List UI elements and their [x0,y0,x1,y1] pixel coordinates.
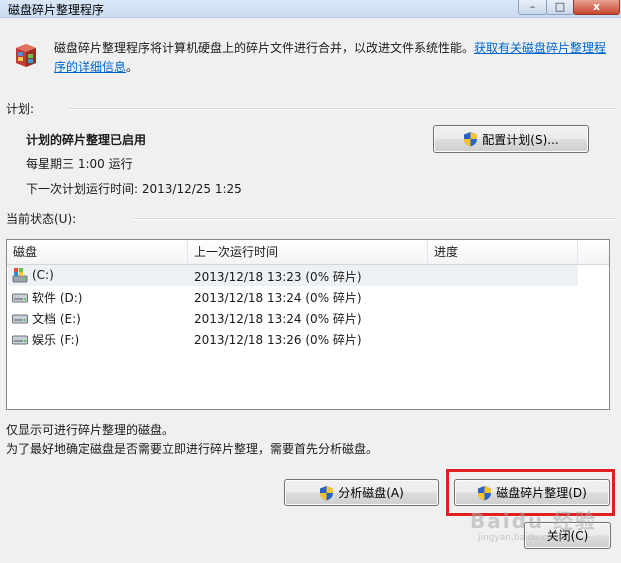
disk-last-run: 2013/12/18 13:23 (0% 碎片) [194,270,362,284]
status-divider [132,218,616,220]
schedule-divider [68,108,616,110]
analyze-disk-button[interactable]: 分析磁盘(A) [284,479,439,506]
schedule-next-run: 下一次计划运行时间: 2013/12/25 1:25 [26,182,242,196]
note-analyze-first: 为了最好地确定磁盘是否需要立即进行碎片整理，需要首先分析磁盘。 [6,442,379,456]
disk-name: 文档 (E:) [32,312,81,326]
intro-period: 。 [126,60,139,74]
current-status-label: 当前状态(U): [6,212,77,226]
hard-drive-icon [12,335,28,345]
window-title: 磁盘碎片整理程序 [8,3,105,17]
column-header-last-run[interactable]: 上一次运行时间 [188,240,428,264]
uac-shield-icon [320,485,334,500]
schedule-status: 计划的碎片整理已启用 [26,133,147,147]
disk-row-d[interactable]: 软件 (D:) 2013/12/18 13:24 (0% 碎片) [8,286,578,307]
system-drive-icon [12,268,28,283]
schedule-frequency: 每星期三 1:00 运行 [26,157,133,171]
disk-last-run: 2013/12/18 13:24 (0% 碎片) [194,312,362,326]
help-link[interactable]: 获取有关磁盘碎片整理程 [474,41,606,55]
uac-shield-icon [464,132,478,147]
title-bar[interactable]: 磁盘碎片整理程序 – □ x [0,0,621,18]
maximize-button[interactable]: □ [546,0,574,15]
disk-row-e[interactable]: 文档 (E:) 2013/12/18 13:24 (0% 碎片) [8,307,578,328]
disk-row-c[interactable]: (C:) 2013/12/18 13:23 (0% 碎片) [8,265,578,286]
disk-list[interactable]: 磁盘 上一次运行时间 进度 (C:) 2013/12/18 13:23 (0% … [6,239,610,410]
intro-description: 磁盘碎片整理程序将计算机硬盘上的碎片文件进行合并，以改进文件系统性能。 [54,41,475,55]
disk-last-run: 2013/12/18 13:24 (0% 碎片) [194,291,362,305]
help-link-continued[interactable]: 序的详细信息 [54,60,126,74]
disk-name: 软件 (D:) [32,291,83,305]
minimize-icon: – [529,0,536,13]
maximize-icon: □ [554,0,566,13]
minimize-button[interactable]: – [518,0,547,15]
close-button[interactable]: 关闭(C) [524,522,611,549]
configure-schedule-label: 配置计划(S)... [482,132,559,147]
disk-name: 娱乐 (F:) [32,333,80,347]
disk-row-f[interactable]: 娱乐 (F:) 2013/12/18 13:26 (0% 碎片) [8,328,578,349]
hard-drive-icon [12,314,28,324]
close-icon: x [592,0,601,13]
intro-text: 磁盘碎片整理程序将计算机硬盘上的碎片文件进行合并，以改进文件系统性能。获取有关磁… [54,39,614,77]
column-header-disk[interactable]: 磁盘 [7,240,188,264]
disk-last-run: 2013/12/18 13:26 (0% 碎片) [194,333,362,347]
close-label: 关闭(C) [546,529,589,543]
column-header-progress[interactable]: 进度 [428,240,578,264]
analyze-disk-label: 分析磁盘(A) [338,486,404,500]
schedule-section-label: 计划: [6,102,35,116]
disk-list-header: 磁盘 上一次运行时间 进度 [7,240,609,265]
defrag-app-icon [16,44,36,67]
note-defraggable-disks: 仅显示可进行碎片整理的磁盘。 [6,423,175,437]
disk-name: (C:) [32,268,54,282]
hard-drive-icon [12,293,28,303]
highlight-annotation [446,469,615,516]
close-window-button[interactable]: x [573,0,620,15]
configure-schedule-button[interactable]: 配置计划(S)... [433,125,589,153]
